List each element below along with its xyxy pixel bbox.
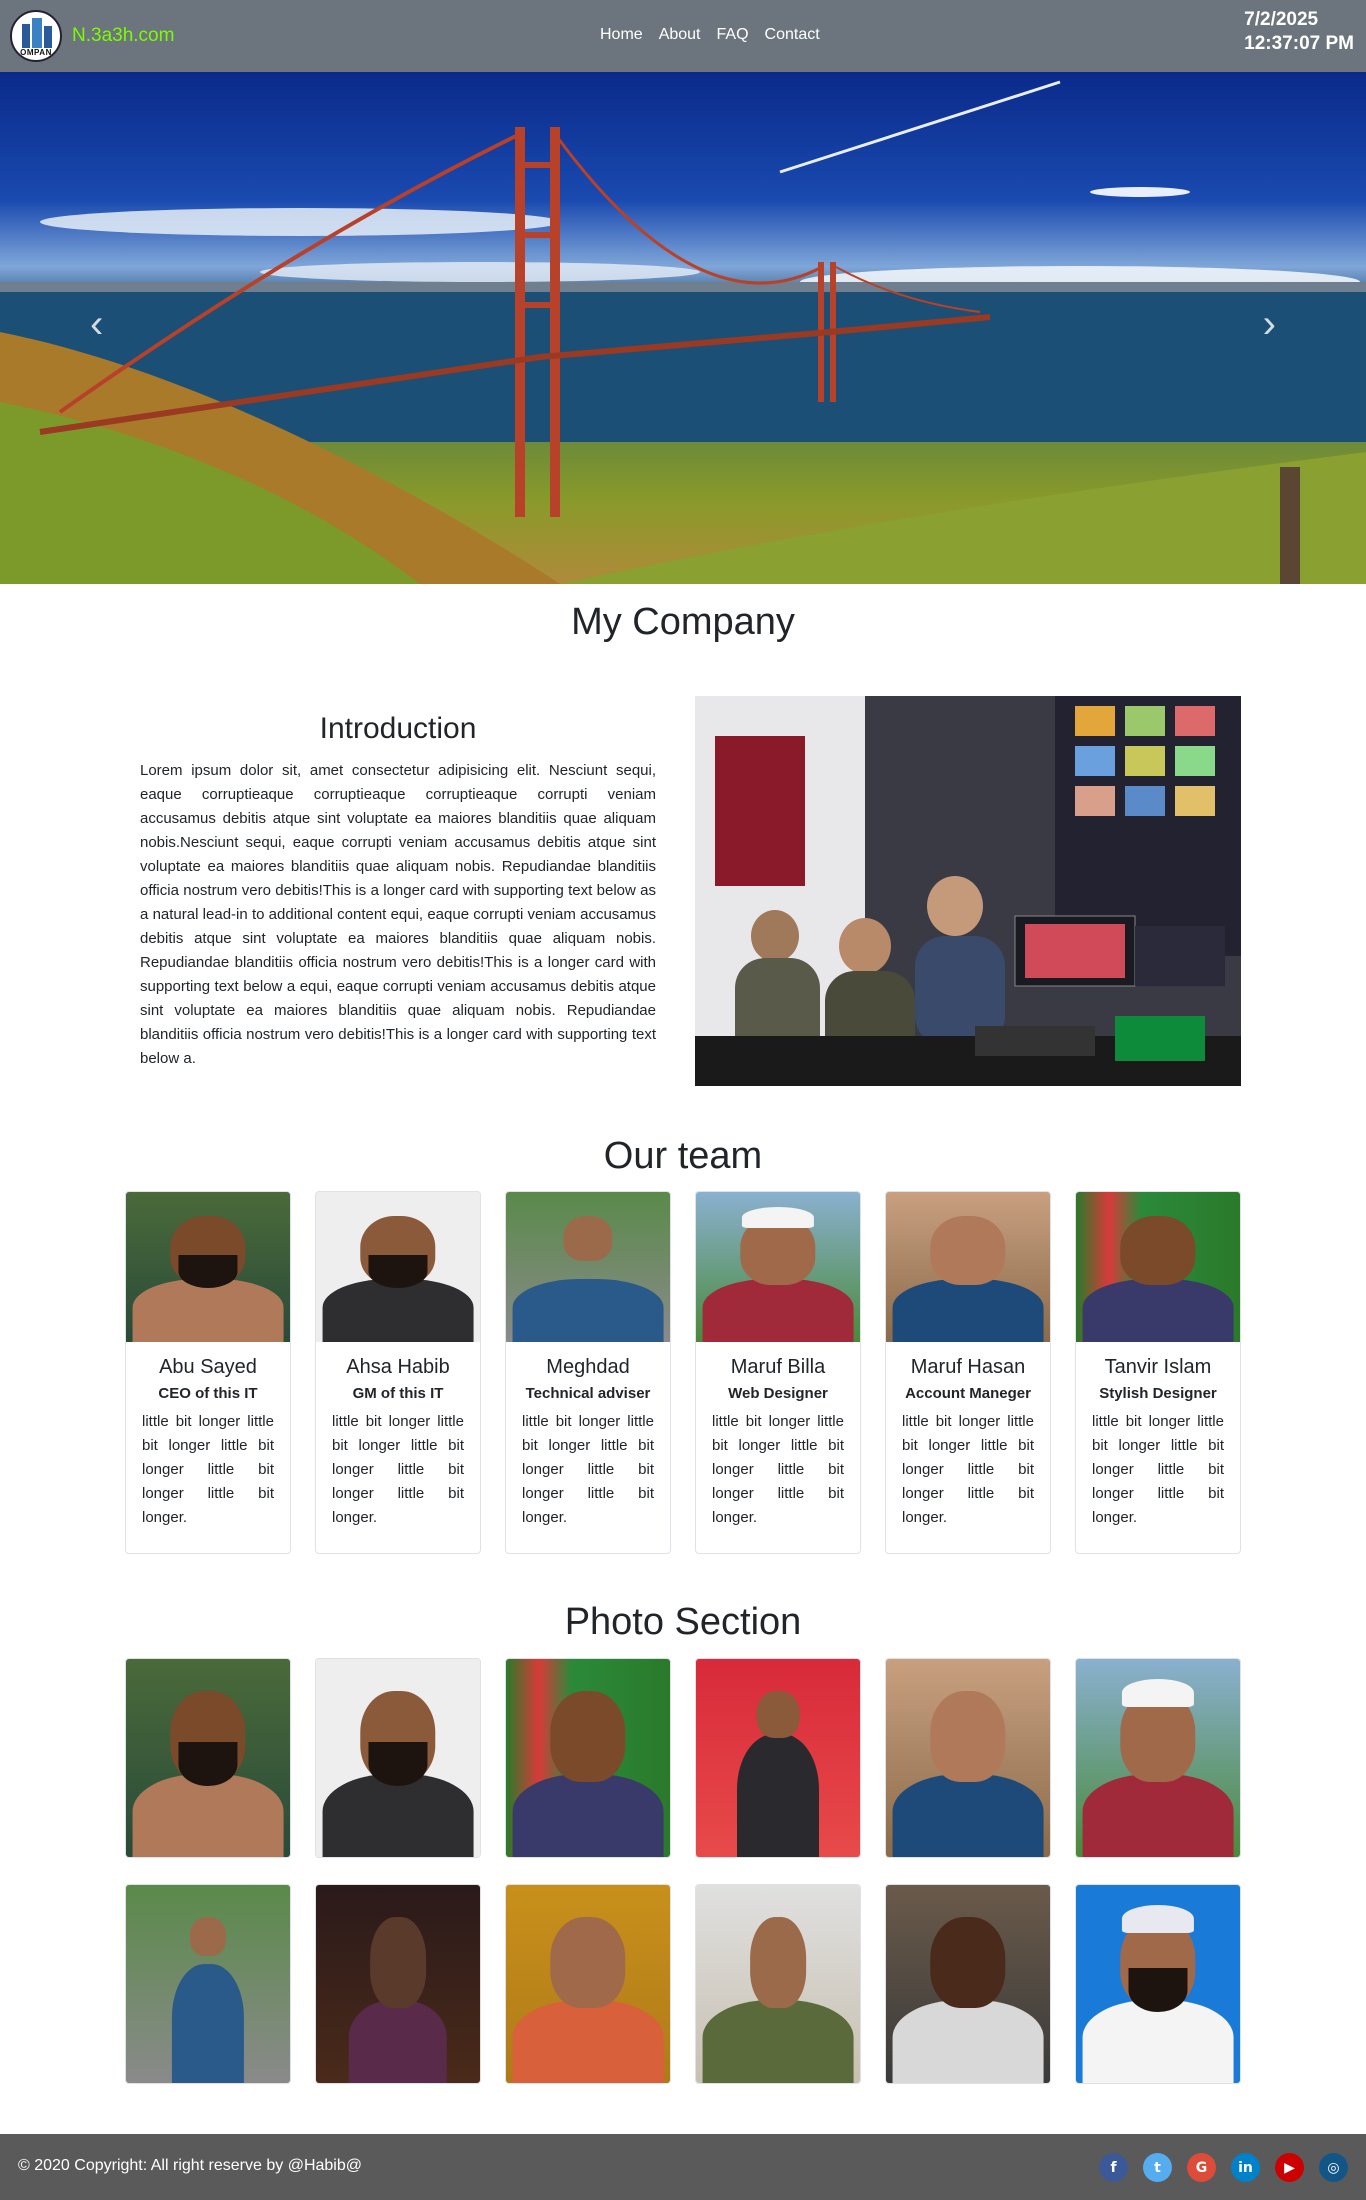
team-member-role: Web Designer <box>728 1385 828 1402</box>
team-member-desc: little bit longer little bit longer litt… <box>902 1413 1034 1526</box>
company-logo: OMPAN <box>10 10 62 62</box>
gallery-photo[interactable] <box>315 1658 481 1858</box>
team-member-desc: little bit longer little bit longer litt… <box>142 1413 274 1526</box>
intro-title: Introduction <box>319 712 477 745</box>
team-member-name: Maruf Hasan <box>910 1356 1026 1378</box>
team-member-name: Meghdad <box>546 1356 630 1378</box>
intro-image <box>695 696 1241 1086</box>
hero-image <box>0 80 1366 584</box>
clock-time: 12:37:07 PM <box>1244 33 1354 54</box>
team-photo <box>126 1192 290 1342</box>
gallery-photo[interactable] <box>505 1884 671 2084</box>
team-member-desc: little bit longer little bit longer litt… <box>522 1413 654 1526</box>
clock-date: 7/2/2025 <box>1244 9 1319 30</box>
social-links: f t G in ▶ ◎ <box>1099 2153 1348 2182</box>
team-member-role: Technical adviser <box>525 1385 651 1402</box>
team-member-role: Stylish Designer <box>1099 1385 1217 1402</box>
team-member-name: Maruf Billa <box>730 1356 826 1378</box>
team-photo <box>506 1192 670 1342</box>
team-card: Ahsa Habib GM of this IT little bit long… <box>315 1191 481 1554</box>
gallery-photo[interactable] <box>125 1884 291 2084</box>
logo-text: OMPAN <box>20 48 52 57</box>
gallery-photo[interactable] <box>505 1658 671 1858</box>
youtube-icon[interactable]: ▶ <box>1275 2153 1304 2182</box>
team-grid: Abu Sayed CEO of this IT little bit long… <box>125 1191 1241 1554</box>
instagram-icon[interactable]: ◎ <box>1319 2153 1348 2182</box>
team-title: Our team <box>603 1135 763 1177</box>
footer: © 2020 Copyright: All right reserve by @… <box>0 2134 1366 2200</box>
gallery-photo[interactable] <box>1075 1658 1241 1858</box>
intro-text: Lorem ipsum dolor sit, amet consectetur … <box>140 762 656 1067</box>
copyright-text: © 2020 Copyright: All right reserve by @… <box>18 2157 362 2174</box>
photo-section-title: Photo Section <box>564 1601 802 1643</box>
team-member-name: Tanvir Islam <box>1104 1356 1212 1378</box>
team-member-name: Ahsa Habib <box>346 1356 450 1378</box>
brand-name[interactable]: N.3a3h.com <box>72 25 174 47</box>
team-card: Maruf Hasan Account Maneger little bit l… <box>885 1191 1051 1554</box>
team-photo <box>316 1192 480 1342</box>
clock: 7/2/2025 12:37:07 PM <box>1244 8 1354 56</box>
company-title: My Company <box>571 601 795 643</box>
brand[interactable]: OMPAN N.3a3h.com <box>10 10 174 62</box>
team-member-role: CEO of this IT <box>158 1385 258 1402</box>
gallery-photo[interactable] <box>695 1658 861 1858</box>
team-member-name: Abu Sayed <box>159 1356 257 1378</box>
nav-link-contact[interactable]: Contact <box>765 26 820 44</box>
gallery-photo[interactable] <box>315 1884 481 2084</box>
gallery-photo[interactable] <box>885 1884 1051 2084</box>
team-card: Maruf Billa Web Designer little bit long… <box>695 1191 861 1554</box>
google-icon[interactable]: G <box>1187 2153 1216 2182</box>
nav-link-about[interactable]: About <box>659 26 701 44</box>
team-member-desc: little bit longer little bit longer litt… <box>332 1413 464 1526</box>
photo-grid <box>125 1658 1241 2084</box>
gallery-photo[interactable] <box>125 1658 291 1858</box>
team-member-desc: little bit longer little bit longer litt… <box>1092 1413 1224 1526</box>
carousel-next-icon[interactable]: › <box>1263 302 1276 347</box>
twitter-icon[interactable]: t <box>1143 2153 1172 2182</box>
team-member-desc: little bit longer little bit longer litt… <box>712 1413 844 1526</box>
team-card: Meghdad Technical adviser little bit lon… <box>505 1191 671 1554</box>
hero-carousel: ‹ › <box>0 72 1366 584</box>
carousel-prev-icon[interactable]: ‹ <box>90 302 103 347</box>
navbar: OMPAN N.3a3h.com Home About FAQ Contact … <box>0 0 1366 72</box>
gallery-photo[interactable] <box>695 1884 861 2084</box>
nav-link-faq[interactable]: FAQ <box>717 26 749 44</box>
team-photo <box>696 1192 860 1342</box>
linkedin-icon[interactable]: in <box>1231 2153 1260 2182</box>
team-member-role: Account Maneger <box>905 1385 1031 1402</box>
team-photo <box>1076 1192 1240 1342</box>
nav-links: Home About FAQ Contact <box>600 26 820 44</box>
gallery-photo[interactable] <box>885 1658 1051 1858</box>
facebook-icon[interactable]: f <box>1099 2153 1128 2182</box>
team-photo <box>886 1192 1050 1342</box>
team-card: Abu Sayed CEO of this IT little bit long… <box>125 1191 291 1554</box>
team-card: Tanvir Islam Stylish Designer little bit… <box>1075 1191 1241 1554</box>
nav-link-home[interactable]: Home <box>600 26 643 44</box>
team-member-role: GM of this IT <box>352 1385 444 1402</box>
gallery-photo[interactable] <box>1075 1884 1241 2084</box>
